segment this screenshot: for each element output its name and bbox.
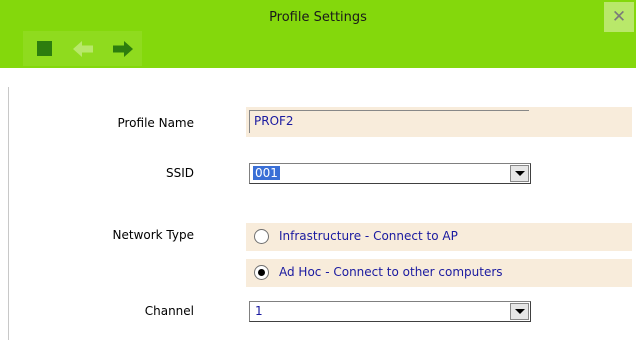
channel-label: Channel [144, 304, 194, 318]
toolbar [23, 31, 142, 66]
infrastructure-radio-label[interactable]: Infrastructure - Connect to AP [279, 229, 458, 243]
ssid-value: 001 [253, 166, 280, 180]
chevron-down-icon [514, 309, 525, 314]
back-button[interactable] [65, 31, 101, 66]
stop-button[interactable] [26, 31, 62, 66]
forward-arrow-icon [113, 40, 133, 57]
window-title: Profile Settings [269, 10, 367, 25]
form-panel: Profile Name PROF2 SSID 001 Network Type… [8, 87, 632, 340]
profile-name-field[interactable]: PROF2 [249, 110, 529, 133]
network-type-label: Network Type [112, 228, 194, 242]
adhoc-option[interactable]: Ad Hoc - Connect to other computers [246, 259, 632, 287]
channel-combobox[interactable]: 1 [249, 301, 531, 322]
ssid-combobox[interactable]: 001 [249, 163, 531, 184]
ssid-label: SSID [165, 166, 194, 180]
close-button[interactable]: ✕ [604, 2, 634, 32]
adhoc-radio[interactable] [254, 265, 269, 280]
chevron-down-icon [514, 171, 525, 176]
title-bar: Profile Settings ✕ [0, 0, 636, 68]
stop-icon [36, 41, 52, 56]
close-icon: ✕ [611, 7, 627, 27]
infrastructure-option[interactable]: Infrastructure - Connect to AP [246, 223, 632, 251]
profile-settings-window: Profile Settings ✕ Profile Name PROF2 SS… [0, 0, 636, 340]
infrastructure-radio[interactable] [254, 229, 269, 244]
profile-name-label: Profile Name [117, 116, 194, 130]
channel-dropdown-button[interactable] [510, 303, 529, 320]
channel-value: 1 [255, 304, 263, 318]
back-arrow-icon [73, 40, 93, 57]
forward-button[interactable] [105, 31, 141, 66]
ssid-dropdown-button[interactable] [510, 165, 529, 182]
adhoc-radio-label[interactable]: Ad Hoc - Connect to other computers [279, 265, 503, 279]
